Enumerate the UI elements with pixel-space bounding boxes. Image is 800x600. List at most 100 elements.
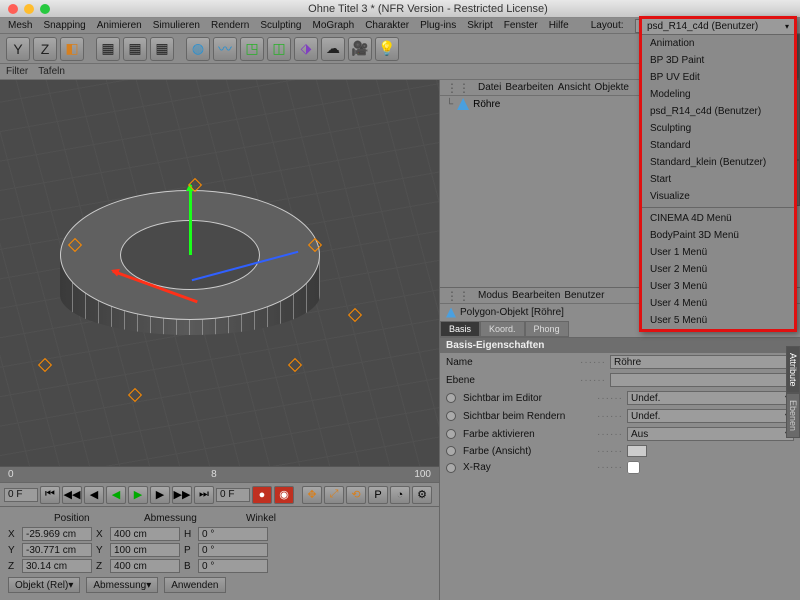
record-icon[interactable]: ● [252,486,272,504]
render-region-icon[interactable]: ▦ [123,37,147,61]
size-y-field[interactable]: 100 cm [110,543,180,557]
zoom-window[interactable] [40,4,50,14]
menu-render[interactable]: Rendern [207,20,253,31]
pos-z-field[interactable]: 30.14 cm [22,559,92,573]
layout-option[interactable]: CINEMA 4D Menü [642,210,794,227]
om-objects[interactable]: Objekte [595,82,629,93]
prev-key-icon[interactable]: ◀◀ [62,486,82,504]
prop-field[interactable]: Undef.▾ [627,409,794,423]
layout-option[interactable]: User 1 Menü [642,244,794,261]
am-user[interactable]: Benutzer [564,290,604,301]
layout-option[interactable]: BodyPaint 3D Menü [642,227,794,244]
am-edit[interactable]: Bearbeiten [512,290,560,301]
play-back-icon[interactable]: ◀ [106,486,126,504]
handle-icon[interactable] [128,388,142,402]
frame-end-field[interactable]: 0 F [216,488,250,502]
sidetab-attribute[interactable]: Attribute [786,346,800,394]
deformer-icon[interactable]: ⬗ [294,37,318,61]
layout-option[interactable]: Start [642,171,794,188]
layout-option[interactable]: Modeling [642,86,794,103]
layout-option[interactable]: User 3 Menü [642,278,794,295]
light-icon[interactable]: 💡 [375,37,399,61]
pos-y-field[interactable]: -30.771 cm [22,543,92,557]
handle-icon[interactable] [288,358,302,372]
apply-button[interactable]: Anwenden [164,577,225,593]
layout-option[interactable]: Sculpting [642,120,794,137]
layout-option[interactable]: User 4 Menü [642,295,794,312]
goto-start-icon[interactable]: ⏮ [40,486,60,504]
sidetab-layers[interactable]: Ebenen [786,393,800,438]
om-file[interactable]: Datei [478,82,501,93]
menu-animate[interactable]: Animieren [93,20,146,31]
am-mode[interactable]: Modus [478,290,508,301]
xray-check[interactable] [627,461,640,474]
render-view-icon[interactable]: ▦ [96,37,120,61]
layout-option[interactable]: Standard [642,137,794,154]
radio-icon[interactable] [446,393,456,403]
param-icon[interactable]: P [368,486,388,504]
handle-icon[interactable] [38,358,52,372]
frame-start-field[interactable]: 0 F [4,488,38,502]
coord-mode-select[interactable]: Objekt (Rel) ▾ [8,577,80,593]
menu-help[interactable]: Hilfe [545,20,573,31]
layout-option[interactable]: BP 3D Paint [642,52,794,69]
goto-end-icon[interactable]: ⏭ [194,486,214,504]
layout-option[interactable]: Visualize [642,188,794,205]
layout-option[interactable]: Standard_klein (Benutzer) [642,154,794,171]
menu-character[interactable]: Charakter [361,20,413,31]
handle-icon[interactable] [68,238,82,252]
layout-option[interactable]: User 5 Menü [642,312,794,329]
next-frame-icon[interactable]: ▶ [150,486,170,504]
menu-snapping[interactable]: Snapping [39,20,89,31]
render-settings-icon[interactable]: ▦ [150,37,174,61]
camera-icon[interactable]: 🎥 [348,37,372,61]
move-icon[interactable]: ✥ [302,486,322,504]
menu-window[interactable]: Fenster [500,20,542,31]
radio-icon[interactable] [446,411,456,421]
pla-icon[interactable]: ◔ [390,486,410,504]
ang-y-field[interactable]: 0 ° [198,543,268,557]
prop-field[interactable]: Röhre [610,355,794,369]
size-mode-select[interactable]: Abmessung ▾ [86,577,158,593]
prop-field[interactable]: Undef.▾ [627,391,794,405]
prop-field[interactable]: Aus▾ [627,427,794,441]
vp-filter[interactable]: Filter [6,66,28,77]
close-window[interactable] [8,4,18,14]
subdivision-icon[interactable]: ◫ [267,37,291,61]
handle-icon[interactable] [348,308,362,322]
tab-basis[interactable]: Basis [440,321,480,337]
layout-option[interactable]: psd_R14_c4d (Benutzer) [642,103,794,120]
pos-x-field[interactable]: -25.969 cm [22,527,92,541]
om-edit[interactable]: Bearbeiten [505,82,553,93]
prop-field[interactable] [610,373,794,387]
layout-option[interactable]: BP UV Edit [642,69,794,86]
radio-icon[interactable] [446,463,456,473]
axis-z-icon[interactable]: Z [33,37,57,61]
minimize-window[interactable] [24,4,34,14]
rotate-icon[interactable]: ⟲ [346,486,366,504]
cube-icon[interactable]: ◧ [60,37,84,61]
menu-script[interactable]: Skript [463,20,497,31]
prev-frame-icon[interactable]: ◀ [84,486,104,504]
ang-x-field[interactable]: 0 ° [198,527,268,541]
primitive-icon[interactable]: ◍ [186,37,210,61]
ang-z-field[interactable]: 0 ° [198,559,268,573]
vp-panels[interactable]: Tafeln [38,66,65,77]
menu-mograph[interactable]: MoGraph [309,20,359,31]
menu-mesh[interactable]: Mesh [4,20,36,31]
timeline-ruler[interactable]: 08100 [0,466,439,482]
object-name[interactable]: Röhre [473,99,500,110]
key-opts-icon[interactable]: ⚙ [412,486,432,504]
menu-plugins[interactable]: Plug-ins [416,20,460,31]
next-key-icon[interactable]: ▶▶ [172,486,192,504]
handle-icon[interactable] [308,238,322,252]
om-view[interactable]: Ansicht [558,82,591,93]
spline-icon[interactable]: 〰 [213,37,237,61]
environment-icon[interactable]: ☁ [321,37,345,61]
autokey-icon[interactable]: ◉ [274,486,294,504]
size-x-field[interactable]: 400 cm [110,527,180,541]
radio-icon[interactable] [446,429,456,439]
layout-option[interactable]: Animation [642,35,794,52]
viewport-3d[interactable] [0,80,439,466]
color-swatch[interactable] [627,445,647,457]
